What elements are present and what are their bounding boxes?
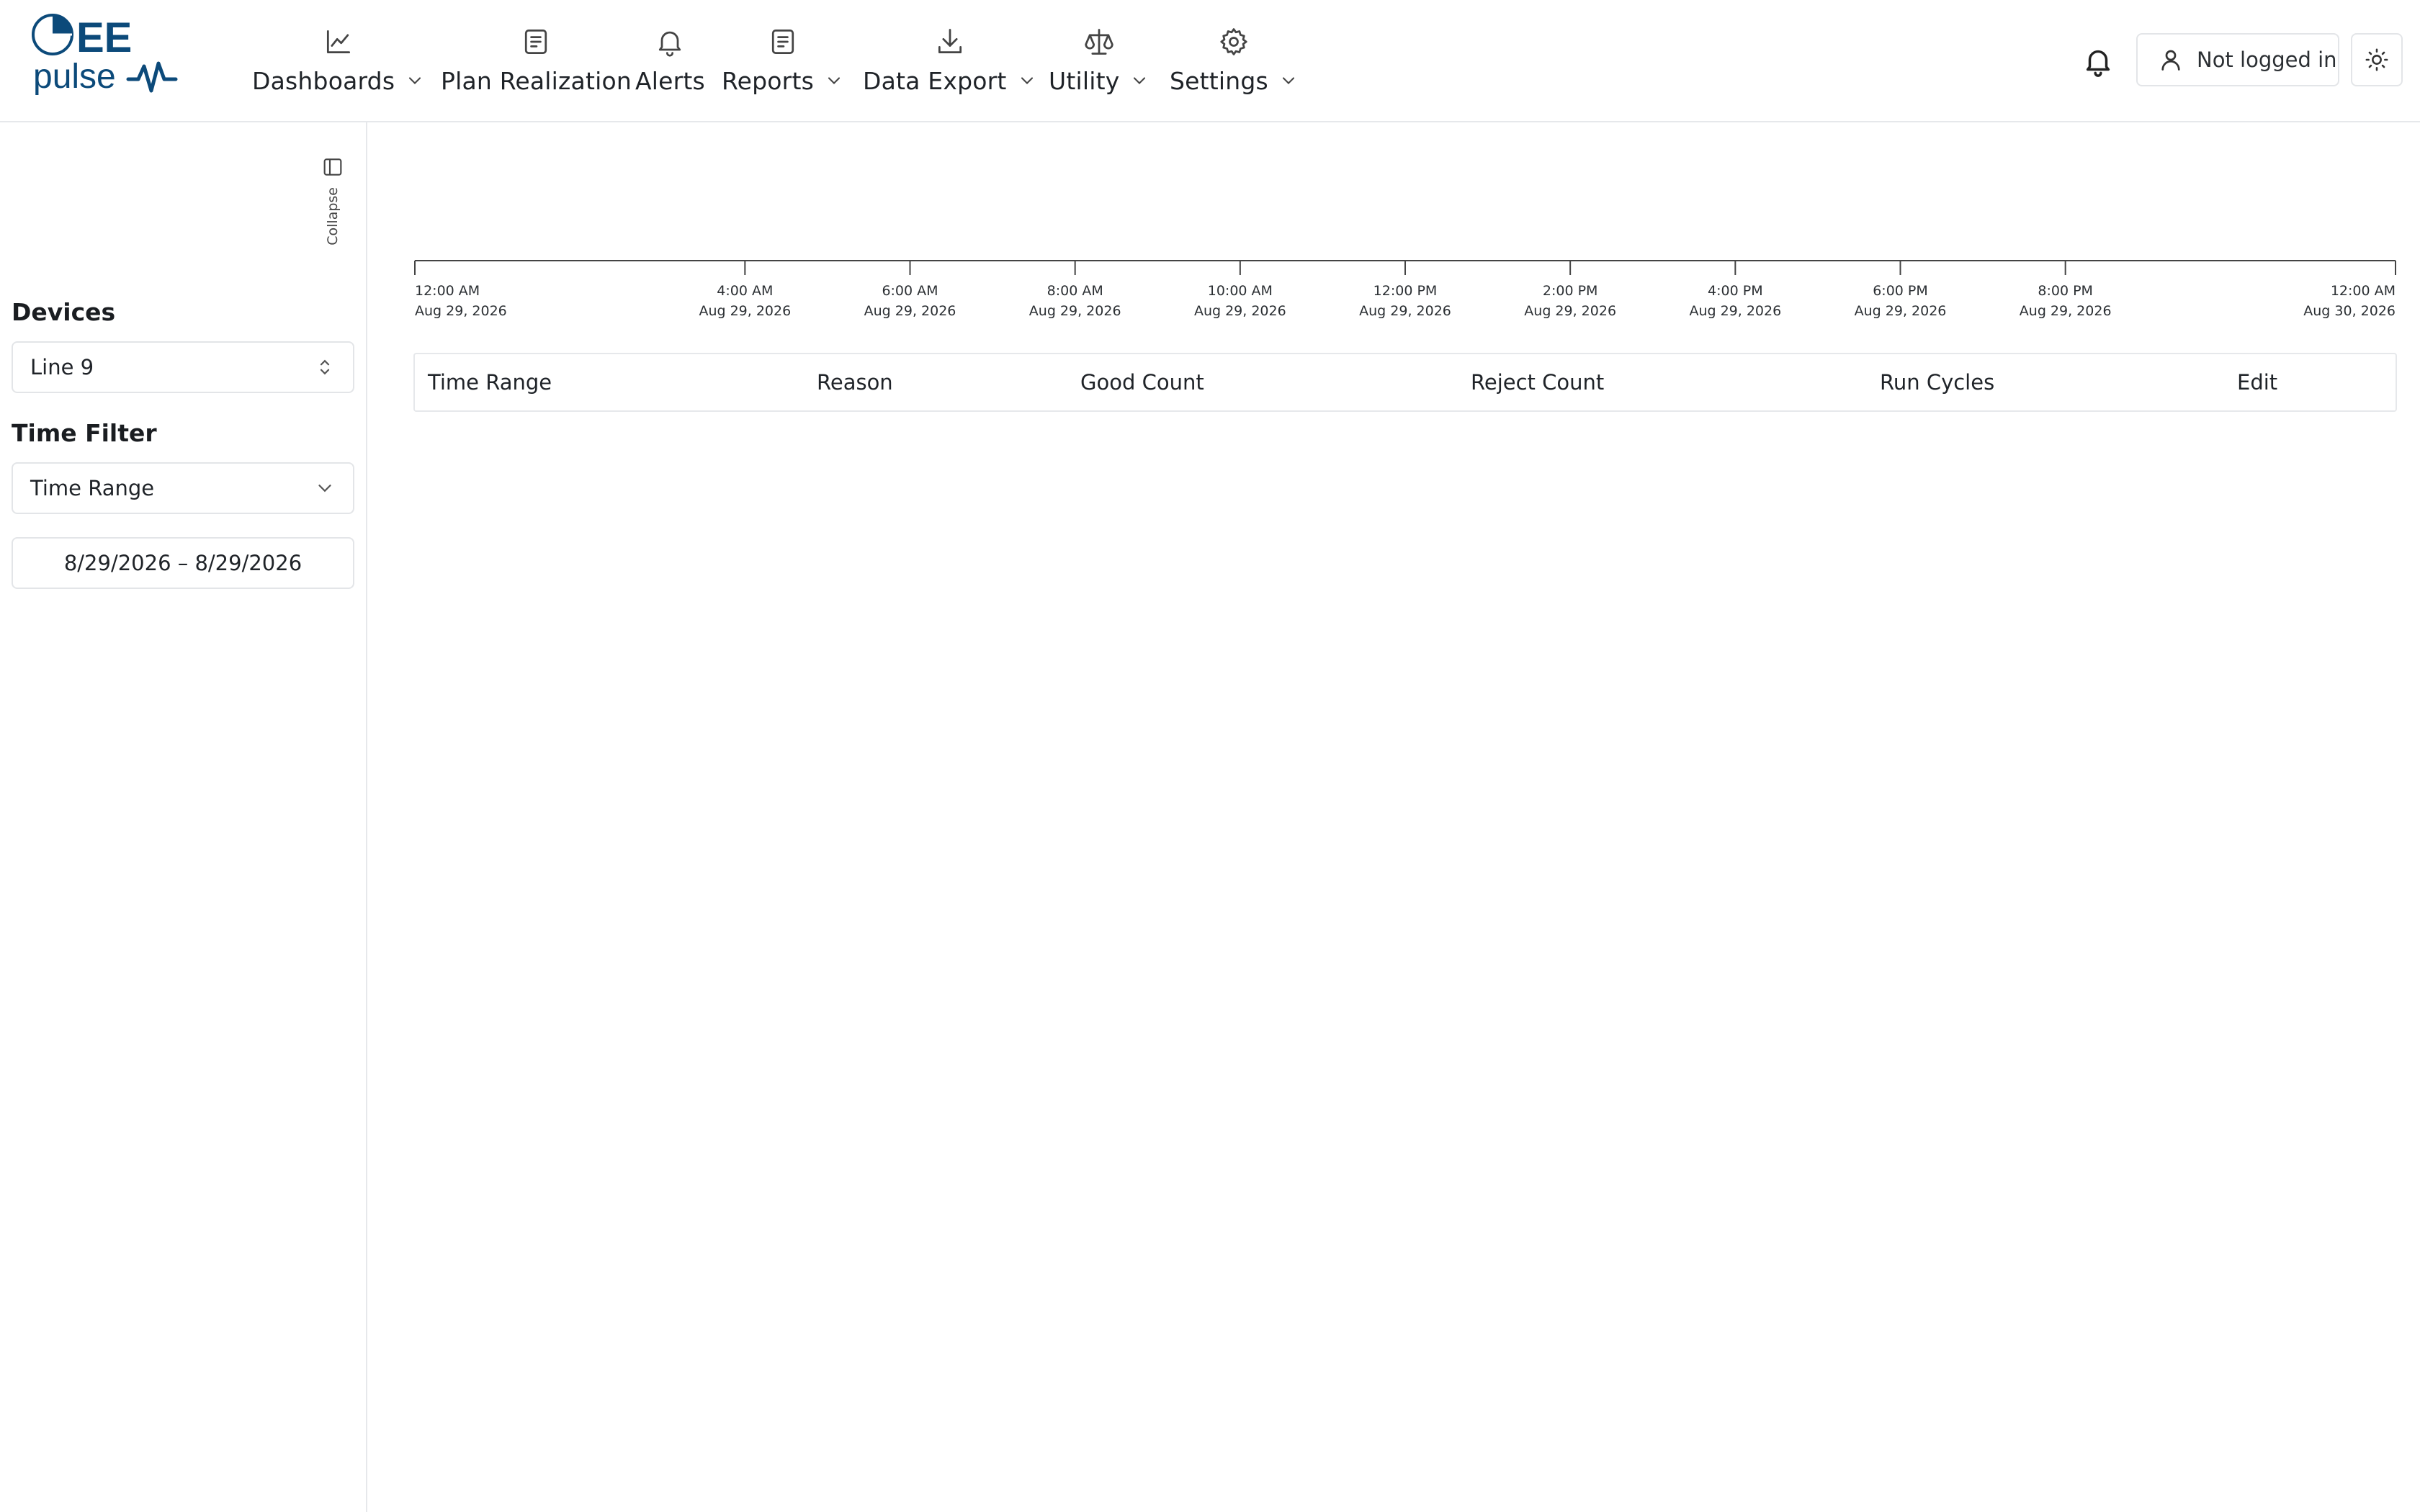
nav-utility-label: Utility [1049, 66, 1120, 95]
collapse-sidebar-button[interactable]: Collapse [317, 156, 349, 249]
nav-dashboards[interactable]: Dashboards [252, 26, 425, 98]
line-chart-icon [327, 30, 351, 54]
user-login-label: Not logged in [2197, 48, 2337, 72]
chevron-down-icon [1282, 77, 1295, 84]
column-header-run-cycles[interactable]: Run Cycles [1880, 354, 1994, 410]
nav-alerts[interactable]: Alerts [635, 26, 705, 98]
timeline-tick-time-label: 6:00 AM [882, 283, 938, 299]
top-navigation-bar: EE pulse Dashboards Plan Realization Ale… [0, 0, 2420, 122]
column-header-reason[interactable]: Reason [817, 354, 893, 410]
device-select[interactable]: Line 9 [12, 341, 354, 393]
column-header-edit[interactable]: Edit [2237, 354, 2277, 410]
timeline-tick-time-label: 4:00 PM [1708, 283, 1763, 299]
nav-plan-realization-label: Plan Realization [441, 66, 632, 95]
nav-settings-label: Settings [1170, 66, 1268, 95]
timeline-tick-date-label: Aug 29, 2026 [1029, 303, 1121, 319]
filter-sidebar: Collapse Devices Line 9 Time Filter Time… [0, 122, 367, 1512]
gear-icon [1220, 28, 1248, 55]
document-icon [771, 30, 794, 54]
timeline-tick-date-label: Aug 29, 2026 [1689, 303, 1781, 319]
column-header-time-range[interactable]: Time Range [428, 354, 552, 410]
logo-text-ee: EE [76, 14, 132, 61]
timeline-tick-time-label: 8:00 PM [2038, 283, 2093, 299]
timeline-axis: 12:00 AM Aug 29, 2026 4:00 AM Aug 29, 2026 6… [413, 252, 2397, 331]
nav-data-export[interactable]: Data Export [863, 26, 1037, 98]
time-filter-select-value: Time Range [30, 476, 155, 500]
nav-reports[interactable]: Reports [722, 26, 844, 98]
timeline-tick-time-label: 6:00 PM [1873, 283, 1928, 299]
column-header-reject-count[interactable]: Reject Count [1471, 354, 1604, 410]
user-login-button[interactable]: Not logged in [2136, 33, 2339, 86]
sidebar-panel-icon [323, 158, 342, 176]
nav-data-export-label: Data Export [863, 66, 1007, 95]
timeline-tick-date-label: Aug 29, 2026 [1855, 303, 1947, 319]
events-table-header: Time Range Reason Good Count Reject Coun… [413, 353, 2397, 412]
chevron-down-icon [828, 77, 841, 84]
bell-icon [659, 31, 681, 57]
notifications-button[interactable] [2081, 45, 2115, 78]
ee-pulse-logo[interactable]: EE pulse [29, 10, 180, 96]
theme-toggle-button[interactable] [2351, 33, 2403, 86]
date-range-picker[interactable]: 8/29/2026 – 8/29/2026 [12, 537, 354, 589]
chevron-down-icon [318, 485, 331, 492]
timeline-tick-time-label: 2:00 PM [1543, 283, 1598, 299]
timeline-tick-time-label: 12:00 PM [1373, 283, 1438, 299]
chevron-down-icon [409, 77, 421, 84]
time-filter-heading: Time Filter [12, 419, 157, 447]
column-header-good-count[interactable]: Good Count [1080, 354, 1204, 410]
nav-dashboards-label: Dashboards [252, 66, 395, 95]
nav-plan-realization[interactable]: Plan Realization [441, 26, 632, 98]
user-icon [2161, 50, 2180, 71]
collapse-label: Collapse [325, 187, 341, 246]
timeline-tick-time-label: 12:00 AM [415, 283, 480, 299]
timeline-tick-time-label: 4:00 AM [717, 283, 773, 299]
chevron-down-icon [1021, 77, 1033, 84]
timeline-tick-time-label: 12:00 AM [2331, 283, 2396, 299]
nav-alerts-label: Alerts [635, 66, 705, 95]
time-filter-select[interactable]: Time Range [12, 462, 354, 514]
sun-icon [2365, 48, 2388, 71]
device-select-value: Line 9 [30, 355, 94, 379]
timeline-tick-date-label: Aug 29, 2026 [864, 303, 956, 319]
document-icon [525, 30, 547, 54]
bell-icon [2086, 50, 2110, 77]
nav-reports-label: Reports [722, 66, 814, 95]
timeline-tick-date-label: Aug 29, 2026 [415, 303, 507, 319]
timeline-tick-date-label: Aug 29, 2026 [1524, 303, 1616, 319]
chevron-down-icon [1134, 77, 1146, 84]
timeline-tick-time-label: 10:00 AM [1208, 283, 1273, 299]
timeline-tick-time-label: 8:00 AM [1047, 283, 1103, 299]
chevron-up-down-icon [320, 359, 330, 375]
timeline-tick-date-label: Aug 29, 2026 [1194, 303, 1286, 319]
logo-text-pulse: pulse [33, 58, 116, 95]
timeline-tick-date-label: Aug 29, 2026 [2020, 303, 2112, 319]
timeline-tick-date-label: Aug 29, 2026 [1359, 303, 1451, 319]
download-icon [938, 29, 962, 54]
timeline-tick-date-label: Aug 29, 2026 [699, 303, 791, 319]
nav-settings[interactable]: Settings [1170, 26, 1299, 98]
timeline-tick-date-label: Aug 30, 2026 [2303, 303, 2396, 319]
scale-icon [1085, 29, 1113, 55]
nav-utility[interactable]: Utility [1049, 26, 1150, 98]
devices-heading: Devices [12, 298, 116, 326]
